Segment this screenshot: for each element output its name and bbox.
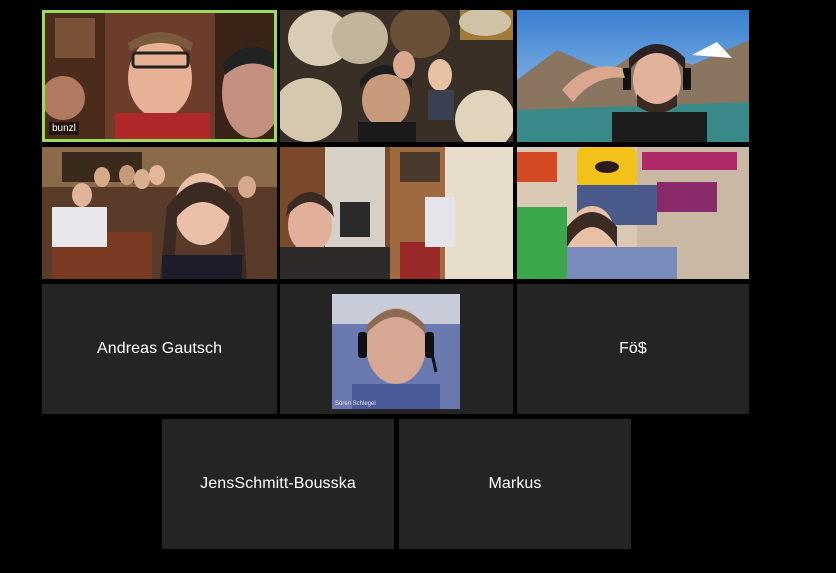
participant-tile-soeren-schlegel[interactable]: Sören Schlegel <box>280 284 513 414</box>
video-feed <box>280 10 513 142</box>
participant-tile-3[interactable] <box>517 10 749 142</box>
video-gallery: bunzl Andreas Gautsch Sören Schlegel Fö$… <box>0 0 836 573</box>
participant-name: JensSchmitt-Bousska <box>200 475 356 492</box>
participant-tile-4[interactable] <box>42 147 277 279</box>
participant-tile-foes[interactable]: Fö$ <box>517 284 749 414</box>
participant-name: Fö$ <box>619 340 647 357</box>
video-feed: Sören Schlegel <box>332 294 460 409</box>
video-feed <box>42 147 277 279</box>
participant-name: bunzl <box>49 122 79 135</box>
participant-tile-6[interactable] <box>517 147 749 279</box>
participant-name: Andreas Gautsch <box>96 340 223 357</box>
participant-tile-bunzl[interactable]: bunzl <box>42 10 277 142</box>
participant-tile-jensschmitt-bousska[interactable]: JensSchmitt-Bousska <box>162 419 394 549</box>
video-feed <box>517 147 749 279</box>
video-feed <box>517 10 749 142</box>
participant-name: Markus <box>488 475 542 492</box>
participant-tile-andreas-gautsch[interactable]: Andreas Gautsch <box>42 284 277 414</box>
participant-name: Sören Schlegel <box>335 401 376 407</box>
video-feed <box>45 13 274 139</box>
participant-tile-2[interactable] <box>280 10 513 142</box>
participant-tile-5[interactable] <box>280 147 513 279</box>
participant-tile-markus[interactable]: Markus <box>399 419 631 549</box>
video-feed <box>280 147 513 279</box>
